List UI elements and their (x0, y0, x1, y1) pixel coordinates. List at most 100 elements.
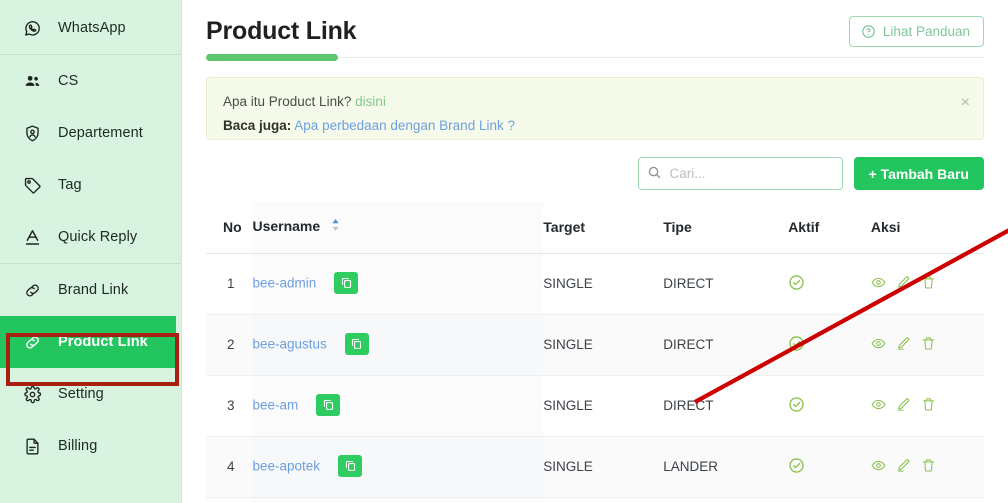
sidebar-item-tag[interactable]: Tag (0, 159, 181, 211)
baca-juga-label: Baca juga: (223, 118, 292, 133)
cell-username: bee-am (252, 375, 544, 437)
table-row: 4 bee-apotek SINGLE LANDER (206, 436, 984, 498)
eye-icon[interactable] (871, 275, 886, 290)
cell-aktif (788, 314, 871, 376)
cell-aksi (870, 253, 984, 315)
table-toolbar: + Tambah Baru (206, 157, 984, 190)
brand-link-comparison-link[interactable]: Apa perbedaan dengan Brand Link ? (294, 118, 515, 133)
table-head: No Username Target Tipe Aktif Aksi (206, 202, 984, 254)
username-link[interactable]: bee-agustus (252, 336, 326, 351)
column-header-username[interactable]: Username (252, 202, 544, 254)
copy-icon[interactable] (316, 393, 341, 416)
info-alert: Apa itu Product Link? disini Baca juga: … (206, 77, 984, 140)
sidebar-item-cs[interactable]: CS (0, 55, 181, 107)
alert-line1-text: Apa itu Product Link? (223, 94, 352, 109)
alert-line-2: Baca juga: Apa perbedaan dengan Brand Li… (223, 115, 967, 136)
cell-aktif (788, 375, 871, 437)
copy-icon[interactable] (334, 271, 359, 294)
title-underline (206, 54, 984, 61)
row-actions (871, 458, 936, 473)
trash-icon[interactable] (921, 458, 936, 473)
username-link[interactable]: bee-admin (252, 275, 316, 290)
check-circle-icon (788, 396, 805, 416)
row-actions (871, 397, 936, 412)
row-actions (871, 336, 936, 351)
sidebar-item-brand-link[interactable]: Brand Link (0, 264, 181, 316)
sidebar-item-billing[interactable]: Billing (0, 420, 181, 472)
page-header: Product Link Lihat Panduan (182, 0, 1008, 48)
table-row: 1 bee-admin SINGLE DIRECT (206, 253, 984, 315)
column-header-target: Target (543, 202, 664, 254)
page-title: Product Link (206, 17, 357, 45)
disini-link[interactable]: disini (355, 94, 386, 109)
tag-icon (22, 175, 42, 195)
cell-aksi (870, 375, 984, 437)
data-table: No Username Target Tipe Aktif Aksi 1 bee… (206, 202, 984, 503)
cell-target: SINGLE (543, 497, 664, 503)
main-content: Product Link Lihat Panduan Apa itu Produ… (182, 0, 1008, 503)
document-icon (22, 436, 42, 456)
username-link[interactable]: bee-am (252, 397, 298, 412)
shield-user-icon (22, 123, 42, 143)
cell-target: SINGLE (543, 314, 664, 376)
sidebar-item-label: Departement (58, 125, 143, 141)
cell-aksi (870, 314, 984, 376)
table-body: 1 bee-admin SINGLE DIRECT 2 bee-agustus SINGLE… (206, 253, 984, 503)
cell-tipe: LANDER (663, 436, 789, 498)
eye-icon[interactable] (871, 397, 886, 412)
sidebar-item-label: Product Link (58, 334, 148, 350)
trash-icon[interactable] (921, 397, 936, 412)
text-a-icon (22, 227, 42, 247)
eye-icon[interactable] (871, 458, 886, 473)
users-icon (22, 71, 42, 91)
cell-username: bee-agustus (252, 314, 544, 376)
pencil-icon[interactable] (896, 397, 911, 412)
sidebar-item-whatsapp[interactable]: WhatsApp (0, 2, 181, 54)
username-link[interactable]: bee-apotek (252, 458, 320, 473)
cell-aksi (870, 497, 984, 503)
cell-username: bee-apotek (252, 436, 544, 498)
sidebar-item-label: Brand Link (58, 282, 129, 298)
trash-icon[interactable] (921, 336, 936, 351)
sidebar-item-quick-reply[interactable]: Quick Reply (0, 211, 181, 263)
alert-line-1: Apa itu Product Link? disini (223, 91, 967, 112)
copy-icon[interactable] (344, 332, 369, 355)
sort-arrows-icon[interactable] (331, 218, 340, 235)
cell-tipe: DIRECT (663, 497, 789, 503)
trash-icon[interactable] (921, 275, 936, 290)
close-icon[interactable]: × (961, 95, 970, 111)
table-row: 2 bee-agustus SINGLE DIRECT (206, 314, 984, 376)
cell-target: SINGLE (543, 436, 664, 498)
lihat-panduan-button[interactable]: Lihat Panduan (848, 16, 984, 47)
check-circle-icon (788, 457, 805, 477)
pencil-icon[interactable] (896, 275, 911, 290)
gear-icon (22, 384, 42, 404)
pencil-icon[interactable] (896, 336, 911, 351)
column-header-username-label: Username (252, 218, 321, 234)
check-circle-icon (788, 274, 805, 294)
lihat-panduan-label: Lihat Panduan (882, 24, 970, 39)
cell-aksi (870, 436, 984, 498)
pencil-icon[interactable] (896, 458, 911, 473)
search-wrapper (637, 157, 843, 190)
column-header-tipe: Tipe (663, 202, 789, 254)
check-circle-icon (788, 335, 805, 355)
sidebar-item-setting[interactable]: Setting (0, 368, 181, 420)
sidebar-item-label: Tag (58, 177, 82, 193)
sidebar-item-departement[interactable]: Departement (0, 107, 181, 159)
eye-icon[interactable] (871, 336, 886, 351)
cell-target: SINGLE (543, 375, 664, 437)
sidebar-item-product-link[interactable]: Product Link (0, 316, 176, 368)
column-header-aksi: Aksi (870, 202, 984, 254)
copy-icon[interactable] (338, 454, 363, 477)
table-row: 3 bee-am SINGLE DIRECT (206, 375, 984, 437)
question-circle-icon (861, 24, 876, 39)
product-link-table: No Username Target Tipe Aktif Aksi 1 bee… (206, 202, 984, 503)
search-input[interactable] (637, 157, 843, 190)
cell-tipe: DIRECT (663, 314, 789, 376)
cell-aktif (788, 253, 871, 315)
tambah-baru-button[interactable]: + Tambah Baru (853, 157, 984, 190)
cell-no: 1 (206, 253, 253, 315)
cell-aktif (788, 436, 871, 498)
link-icon (22, 332, 42, 352)
